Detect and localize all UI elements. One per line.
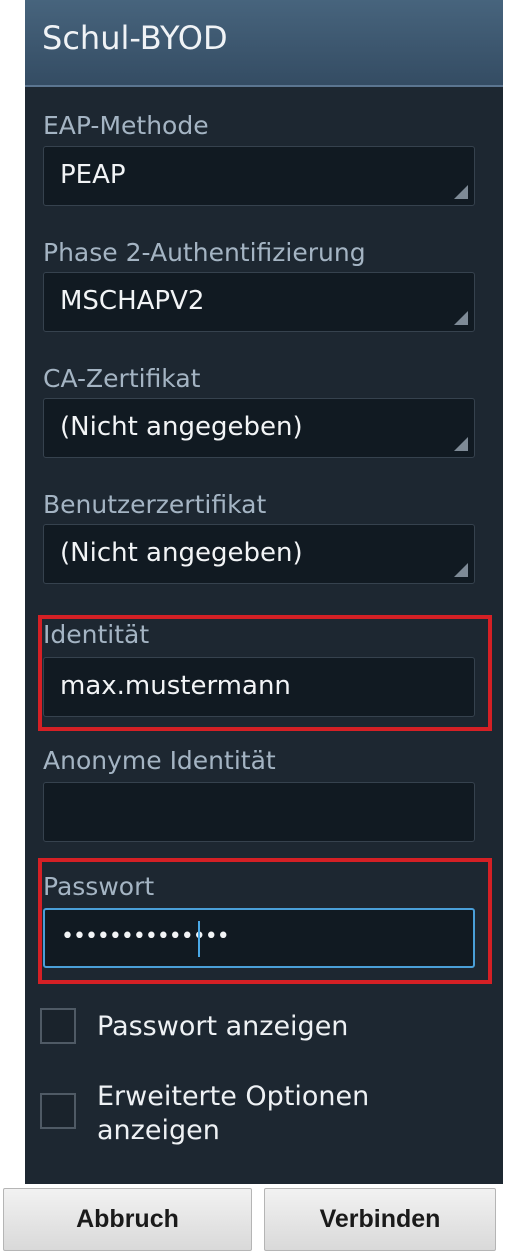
show-password-label[interactable]: Passwort anzeigen xyxy=(97,1010,348,1044)
text-cursor xyxy=(198,921,200,957)
phase2-auth-select[interactable]: MSCHAPV2 xyxy=(43,272,475,332)
show-password-checkbox[interactable] xyxy=(40,1008,76,1044)
connect-button[interactable]: Verbinden xyxy=(264,1188,496,1251)
wifi-config-dialog: Schul-BYOD EAP-Methode PEAP Phase 2-Auth… xyxy=(0,0,509,1251)
dialog-title-bar: Schul-BYOD xyxy=(25,0,503,87)
ca-certificate-value: (Nicht angegeben) xyxy=(60,412,303,442)
anonymous-identity-input[interactable] xyxy=(43,782,475,842)
anonymous-identity-label: Anonyme Identität xyxy=(43,746,276,775)
user-certificate-value: (Nicht angegeben) xyxy=(60,538,303,568)
user-certificate-label: Benutzerzertifikat xyxy=(43,490,267,519)
dropdown-corner-icon xyxy=(454,563,468,577)
eap-method-label: EAP-Methode xyxy=(43,111,209,140)
password-input[interactable]: •••••••••••••• xyxy=(43,908,475,968)
dropdown-corner-icon xyxy=(454,185,468,199)
password-value: •••••••••••••• xyxy=(61,924,230,949)
phase2-auth-label: Phase 2-Authentifizierung xyxy=(43,238,366,267)
ca-certificate-label: CA-Zertifikat xyxy=(43,364,201,393)
dropdown-corner-icon xyxy=(454,311,468,325)
identity-value: max.mustermann xyxy=(60,671,291,701)
identity-label: Identität xyxy=(43,620,150,649)
cancel-button[interactable]: Abbruch xyxy=(3,1188,252,1251)
ca-certificate-select[interactable]: (Nicht angegeben) xyxy=(43,398,475,458)
eap-method-select[interactable]: PEAP xyxy=(43,146,475,206)
phase2-auth-value: MSCHAPV2 xyxy=(60,286,205,316)
eap-method-value: PEAP xyxy=(60,160,126,190)
user-certificate-select[interactable]: (Nicht angegeben) xyxy=(43,524,475,584)
dialog-title: Schul-BYOD xyxy=(42,19,228,57)
advanced-options-checkbox[interactable] xyxy=(40,1093,76,1129)
password-label: Passwort xyxy=(43,872,155,901)
advanced-options-label[interactable]: Erweiterte Optionen anzeigen xyxy=(97,1080,387,1148)
dropdown-corner-icon xyxy=(454,437,468,451)
identity-input[interactable]: max.mustermann xyxy=(43,657,475,717)
